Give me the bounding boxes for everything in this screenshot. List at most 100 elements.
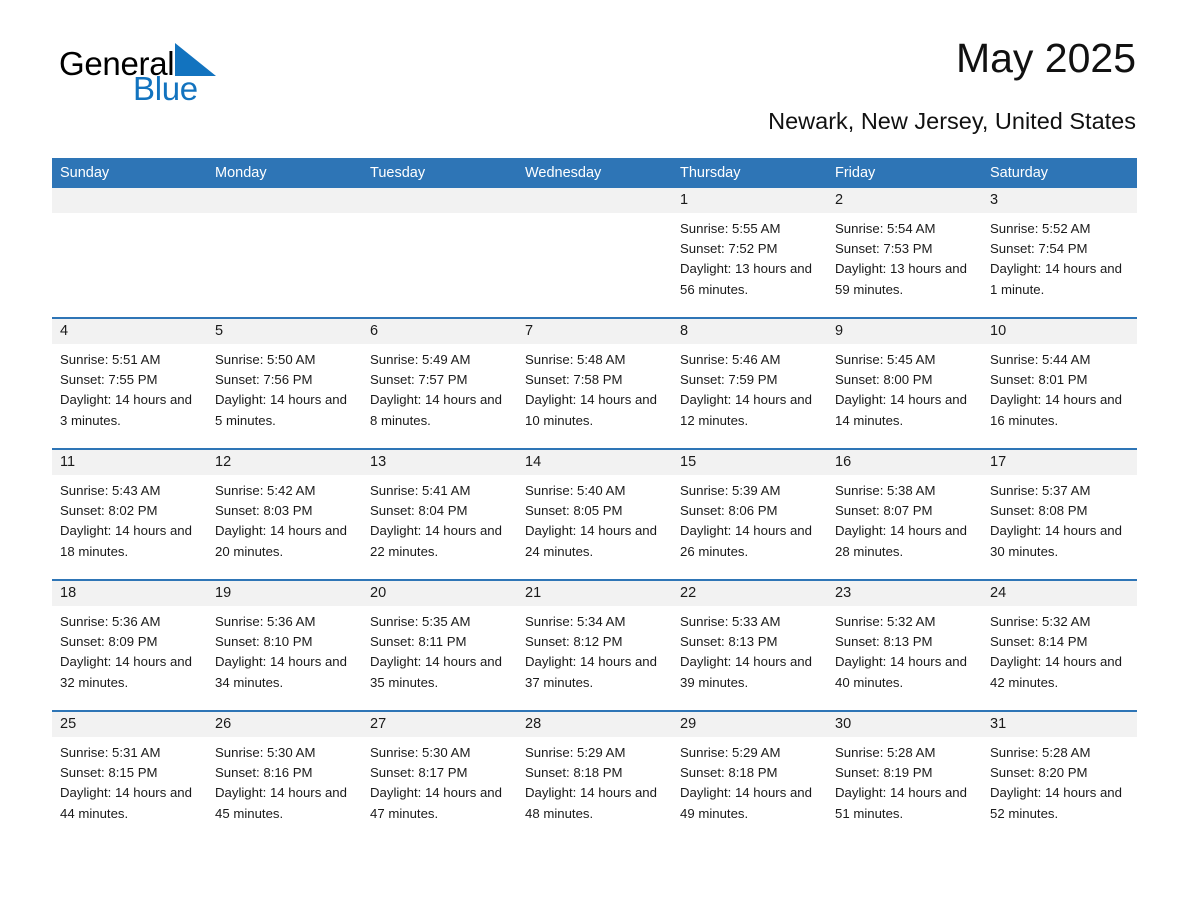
day-number[interactable]: 18	[52, 581, 207, 606]
day-number[interactable]: 24	[982, 581, 1137, 606]
sunrise-text: Sunrise: 5:31 AM	[60, 745, 161, 760]
sunrise-text: Sunrise: 5:40 AM	[525, 483, 626, 498]
day-cell[interactable]: Sunrise: 5:36 AM Sunset: 8:09 PM Dayligh…	[52, 606, 207, 710]
day-cell[interactable]: Sunrise: 5:44 AM Sunset: 8:01 PM Dayligh…	[982, 344, 1137, 448]
day-cell[interactable]: Sunrise: 5:29 AM Sunset: 8:18 PM Dayligh…	[672, 737, 827, 841]
day-cell[interactable]: Sunrise: 5:55 AM Sunset: 7:52 PM Dayligh…	[672, 213, 827, 317]
daylight-text: Daylight: 14 hours and 3 minutes.	[60, 392, 192, 428]
day-number[interactable]: 21	[517, 581, 672, 606]
day-cell[interactable]: Sunrise: 5:32 AM Sunset: 8:14 PM Dayligh…	[982, 606, 1137, 710]
day-number[interactable]: 17	[982, 450, 1137, 475]
brand-logo[interactable]: General Blue	[59, 42, 379, 112]
daylight-text: Daylight: 14 hours and 48 minutes.	[525, 785, 657, 821]
sunrise-text: Sunrise: 5:48 AM	[525, 352, 626, 367]
day-cell[interactable]: Sunrise: 5:28 AM Sunset: 8:20 PM Dayligh…	[982, 737, 1137, 841]
day-cell[interactable]: Sunrise: 5:52 AM Sunset: 7:54 PM Dayligh…	[982, 213, 1137, 317]
day-cell[interactable]: Sunrise: 5:50 AM Sunset: 7:56 PM Dayligh…	[207, 344, 362, 448]
day-cell[interactable]: Sunrise: 5:32 AM Sunset: 8:13 PM Dayligh…	[827, 606, 982, 710]
sunrise-text: Sunrise: 5:32 AM	[835, 614, 936, 629]
weekday-header-saturday: Saturday	[990, 165, 1049, 181]
day-number[interactable]: 27	[362, 712, 517, 737]
day-number[interactable]: 3	[982, 188, 1137, 213]
day-number[interactable]	[362, 188, 517, 213]
sunrise-text: Sunrise: 5:55 AM	[680, 221, 781, 236]
day-cell[interactable]: Sunrise: 5:45 AM Sunset: 8:00 PM Dayligh…	[827, 344, 982, 448]
day-number[interactable]: 22	[672, 581, 827, 606]
day-number[interactable]: 25	[52, 712, 207, 737]
day-number[interactable]: 23	[827, 581, 982, 606]
daylight-text: Daylight: 14 hours and 42 minutes.	[990, 654, 1122, 690]
sunset-text: Sunset: 7:59 PM	[680, 372, 778, 388]
sunrise-text: Sunrise: 5:41 AM	[370, 483, 471, 498]
day-cell[interactable]: Sunrise: 5:48 AM Sunset: 7:58 PM Dayligh…	[517, 344, 672, 448]
sunset-text: Sunset: 8:14 PM	[990, 634, 1088, 650]
day-number[interactable]: 30	[827, 712, 982, 737]
day-cell[interactable]	[362, 213, 517, 317]
day-cell[interactable]: Sunrise: 5:40 AM Sunset: 8:05 PM Dayligh…	[517, 475, 672, 579]
day-cell[interactable]: Sunrise: 5:43 AM Sunset: 8:02 PM Dayligh…	[52, 475, 207, 579]
sunset-text: Sunset: 8:20 PM	[990, 765, 1088, 781]
day-cell[interactable]: Sunrise: 5:49 AM Sunset: 7:57 PM Dayligh…	[362, 344, 517, 448]
day-number[interactable]: 14	[517, 450, 672, 475]
daylight-text: Daylight: 14 hours and 18 minutes.	[60, 523, 192, 559]
day-number[interactable]: 28	[517, 712, 672, 737]
day-number[interactable]: 9	[827, 319, 982, 344]
day-number[interactable]: 2	[827, 188, 982, 213]
week-detail-band: Sunrise: 5:31 AM Sunset: 8:15 PM Dayligh…	[52, 737, 1137, 841]
day-cell[interactable]: Sunrise: 5:39 AM Sunset: 8:06 PM Dayligh…	[672, 475, 827, 579]
page-header: General Blue May 2025 Newark, New Jersey…	[52, 0, 1136, 134]
calendar-week-row: 4 5 6 7 8 9 10 Sunrise: 5:51 AM Sunset: …	[52, 319, 1137, 450]
sunrise-text: Sunrise: 5:29 AM	[525, 745, 626, 760]
day-number[interactable]: 11	[52, 450, 207, 475]
day-number[interactable]: 31	[982, 712, 1137, 737]
sunrise-text: Sunrise: 5:28 AM	[835, 745, 936, 760]
day-number[interactable]: 4	[52, 319, 207, 344]
day-cell[interactable]: Sunrise: 5:29 AM Sunset: 8:18 PM Dayligh…	[517, 737, 672, 841]
day-cell[interactable]: Sunrise: 5:34 AM Sunset: 8:12 PM Dayligh…	[517, 606, 672, 710]
day-cell[interactable]: Sunrise: 5:42 AM Sunset: 8:03 PM Dayligh…	[207, 475, 362, 579]
day-number[interactable]: 8	[672, 319, 827, 344]
sunset-text: Sunset: 7:52 PM	[680, 241, 778, 257]
day-cell[interactable]	[52, 213, 207, 317]
day-number[interactable]	[517, 188, 672, 213]
day-number[interactable]: 15	[672, 450, 827, 475]
day-cell[interactable]: Sunrise: 5:54 AM Sunset: 7:53 PM Dayligh…	[827, 213, 982, 317]
day-number[interactable]: 29	[672, 712, 827, 737]
calendar-week-row: 11 12 13 14 15 16 17 Sunrise: 5:43 AM Su…	[52, 450, 1137, 581]
weekday-header-wednesday: Wednesday	[525, 165, 602, 181]
daylight-text: Daylight: 13 hours and 59 minutes.	[835, 261, 967, 297]
day-number[interactable]: 16	[827, 450, 982, 475]
day-cell[interactable]: Sunrise: 5:33 AM Sunset: 8:13 PM Dayligh…	[672, 606, 827, 710]
sunrise-text: Sunrise: 5:52 AM	[990, 221, 1091, 236]
day-number[interactable]: 1	[672, 188, 827, 213]
day-cell[interactable]: Sunrise: 5:35 AM Sunset: 8:11 PM Dayligh…	[362, 606, 517, 710]
day-cell[interactable]: Sunrise: 5:41 AM Sunset: 8:04 PM Dayligh…	[362, 475, 517, 579]
sunset-text: Sunset: 8:17 PM	[370, 765, 468, 781]
day-number[interactable]: 6	[362, 319, 517, 344]
day-number[interactable]: 12	[207, 450, 362, 475]
day-number[interactable]	[207, 188, 362, 213]
day-number[interactable]: 5	[207, 319, 362, 344]
day-number[interactable]: 10	[982, 319, 1137, 344]
day-cell[interactable]: Sunrise: 5:46 AM Sunset: 7:59 PM Dayligh…	[672, 344, 827, 448]
day-cell[interactable]: Sunrise: 5:30 AM Sunset: 8:16 PM Dayligh…	[207, 737, 362, 841]
week-detail-band: Sunrise: 5:43 AM Sunset: 8:02 PM Dayligh…	[52, 475, 1137, 579]
daylight-text: Daylight: 14 hours and 12 minutes.	[680, 392, 812, 428]
day-number[interactable]: 20	[362, 581, 517, 606]
day-cell[interactable]: Sunrise: 5:36 AM Sunset: 8:10 PM Dayligh…	[207, 606, 362, 710]
day-cell[interactable]	[517, 213, 672, 317]
day-cell[interactable]: Sunrise: 5:37 AM Sunset: 8:08 PM Dayligh…	[982, 475, 1137, 579]
day-number[interactable]: 13	[362, 450, 517, 475]
day-number[interactable]: 19	[207, 581, 362, 606]
daylight-text: Daylight: 14 hours and 40 minutes.	[835, 654, 967, 690]
day-cell[interactable]: Sunrise: 5:30 AM Sunset: 8:17 PM Dayligh…	[362, 737, 517, 841]
day-cell[interactable]: Sunrise: 5:31 AM Sunset: 8:15 PM Dayligh…	[52, 737, 207, 841]
day-number[interactable]: 26	[207, 712, 362, 737]
day-cell[interactable]: Sunrise: 5:38 AM Sunset: 8:07 PM Dayligh…	[827, 475, 982, 579]
day-cell[interactable]: Sunrise: 5:51 AM Sunset: 7:55 PM Dayligh…	[52, 344, 207, 448]
day-number[interactable]: 7	[517, 319, 672, 344]
day-cell[interactable]	[207, 213, 362, 317]
sunrise-text: Sunrise: 5:30 AM	[215, 745, 316, 760]
day-cell[interactable]: Sunrise: 5:28 AM Sunset: 8:19 PM Dayligh…	[827, 737, 982, 841]
day-number[interactable]	[52, 188, 207, 213]
